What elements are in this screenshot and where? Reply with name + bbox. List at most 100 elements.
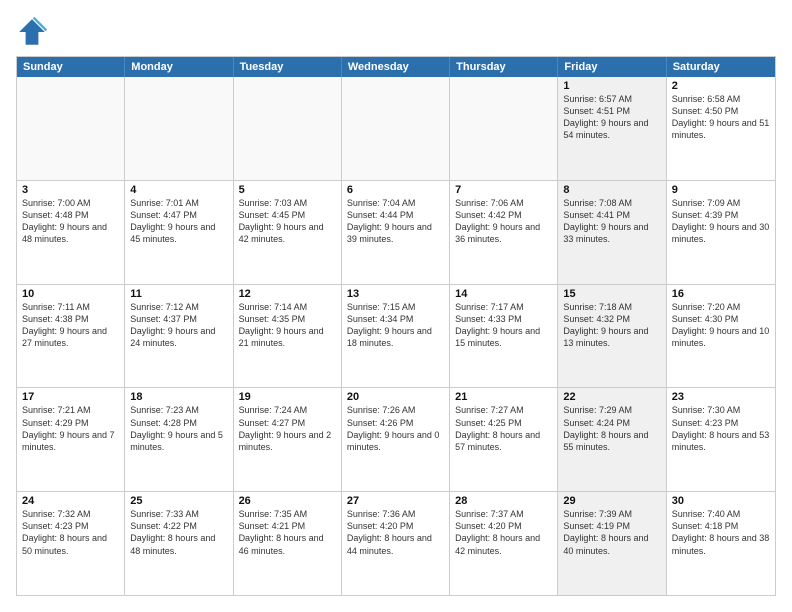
- day-info: Sunrise: 7:09 AM Sunset: 4:39 PM Dayligh…: [672, 197, 770, 246]
- calendar-body: 1Sunrise: 6:57 AM Sunset: 4:51 PM Daylig…: [17, 77, 775, 595]
- calendar-cell: 15Sunrise: 7:18 AM Sunset: 4:32 PM Dayli…: [558, 285, 666, 388]
- day-info: Sunrise: 7:00 AM Sunset: 4:48 PM Dayligh…: [22, 197, 119, 246]
- header-day-thursday: Thursday: [450, 57, 558, 77]
- calendar-cell: 25Sunrise: 7:33 AM Sunset: 4:22 PM Dayli…: [125, 492, 233, 595]
- day-info: Sunrise: 7:40 AM Sunset: 4:18 PM Dayligh…: [672, 508, 770, 557]
- calendar: SundayMondayTuesdayWednesdayThursdayFrid…: [16, 56, 776, 596]
- day-info: Sunrise: 7:11 AM Sunset: 4:38 PM Dayligh…: [22, 301, 119, 350]
- calendar-cell: 28Sunrise: 7:37 AM Sunset: 4:20 PM Dayli…: [450, 492, 558, 595]
- day-info: Sunrise: 7:18 AM Sunset: 4:32 PM Dayligh…: [563, 301, 660, 350]
- calendar-cell: 18Sunrise: 7:23 AM Sunset: 4:28 PM Dayli…: [125, 388, 233, 491]
- logo-icon: [16, 16, 48, 48]
- calendar-cell: [125, 77, 233, 180]
- day-info: Sunrise: 7:06 AM Sunset: 4:42 PM Dayligh…: [455, 197, 552, 246]
- calendar-cell: 8Sunrise: 7:08 AM Sunset: 4:41 PM Daylig…: [558, 181, 666, 284]
- day-number: 13: [347, 288, 444, 300]
- header-day-friday: Friday: [558, 57, 666, 77]
- day-info: Sunrise: 7:23 AM Sunset: 4:28 PM Dayligh…: [130, 404, 227, 453]
- calendar-cell: 16Sunrise: 7:20 AM Sunset: 4:30 PM Dayli…: [667, 285, 775, 388]
- header: [16, 16, 776, 48]
- calendar-row-3: 10Sunrise: 7:11 AM Sunset: 4:38 PM Dayli…: [17, 285, 775, 389]
- calendar-cell: 2Sunrise: 6:58 AM Sunset: 4:50 PM Daylig…: [667, 77, 775, 180]
- day-number: 11: [130, 288, 227, 300]
- calendar-cell: 11Sunrise: 7:12 AM Sunset: 4:37 PM Dayli…: [125, 285, 233, 388]
- day-info: Sunrise: 7:12 AM Sunset: 4:37 PM Dayligh…: [130, 301, 227, 350]
- header-day-tuesday: Tuesday: [234, 57, 342, 77]
- day-number: 6: [347, 184, 444, 196]
- day-number: 15: [563, 288, 660, 300]
- day-number: 28: [455, 495, 552, 507]
- calendar-cell: 22Sunrise: 7:29 AM Sunset: 4:24 PM Dayli…: [558, 388, 666, 491]
- day-info: Sunrise: 7:35 AM Sunset: 4:21 PM Dayligh…: [239, 508, 336, 557]
- calendar-cell: 4Sunrise: 7:01 AM Sunset: 4:47 PM Daylig…: [125, 181, 233, 284]
- day-number: 2: [672, 80, 770, 92]
- calendar-cell: 5Sunrise: 7:03 AM Sunset: 4:45 PM Daylig…: [234, 181, 342, 284]
- day-info: Sunrise: 7:26 AM Sunset: 4:26 PM Dayligh…: [347, 404, 444, 453]
- calendar-row-2: 3Sunrise: 7:00 AM Sunset: 4:48 PM Daylig…: [17, 181, 775, 285]
- day-info: Sunrise: 7:15 AM Sunset: 4:34 PM Dayligh…: [347, 301, 444, 350]
- calendar-cell: 30Sunrise: 7:40 AM Sunset: 4:18 PM Dayli…: [667, 492, 775, 595]
- day-number: 9: [672, 184, 770, 196]
- calendar-row-1: 1Sunrise: 6:57 AM Sunset: 4:51 PM Daylig…: [17, 77, 775, 181]
- calendar-row-4: 17Sunrise: 7:21 AM Sunset: 4:29 PM Dayli…: [17, 388, 775, 492]
- calendar-cell: 3Sunrise: 7:00 AM Sunset: 4:48 PM Daylig…: [17, 181, 125, 284]
- calendar-cell: 27Sunrise: 7:36 AM Sunset: 4:20 PM Dayli…: [342, 492, 450, 595]
- day-info: Sunrise: 6:58 AM Sunset: 4:50 PM Dayligh…: [672, 93, 770, 142]
- day-info: Sunrise: 7:37 AM Sunset: 4:20 PM Dayligh…: [455, 508, 552, 557]
- calendar-cell: 1Sunrise: 6:57 AM Sunset: 4:51 PM Daylig…: [558, 77, 666, 180]
- header-day-saturday: Saturday: [667, 57, 775, 77]
- calendar-cell: 23Sunrise: 7:30 AM Sunset: 4:23 PM Dayli…: [667, 388, 775, 491]
- day-info: Sunrise: 7:14 AM Sunset: 4:35 PM Dayligh…: [239, 301, 336, 350]
- day-number: 30: [672, 495, 770, 507]
- day-info: Sunrise: 7:27 AM Sunset: 4:25 PM Dayligh…: [455, 404, 552, 453]
- day-info: Sunrise: 6:57 AM Sunset: 4:51 PM Dayligh…: [563, 93, 660, 142]
- header-day-wednesday: Wednesday: [342, 57, 450, 77]
- day-info: Sunrise: 7:21 AM Sunset: 4:29 PM Dayligh…: [22, 404, 119, 453]
- day-info: Sunrise: 7:30 AM Sunset: 4:23 PM Dayligh…: [672, 404, 770, 453]
- calendar-cell: 12Sunrise: 7:14 AM Sunset: 4:35 PM Dayli…: [234, 285, 342, 388]
- day-number: 1: [563, 80, 660, 92]
- calendar-cell: 17Sunrise: 7:21 AM Sunset: 4:29 PM Dayli…: [17, 388, 125, 491]
- calendar-cell: 24Sunrise: 7:32 AM Sunset: 4:23 PM Dayli…: [17, 492, 125, 595]
- page: SundayMondayTuesdayWednesdayThursdayFrid…: [0, 0, 792, 612]
- logo: [16, 16, 52, 48]
- day-number: 21: [455, 391, 552, 403]
- day-number: 29: [563, 495, 660, 507]
- day-number: 12: [239, 288, 336, 300]
- day-number: 16: [672, 288, 770, 300]
- calendar-cell: 29Sunrise: 7:39 AM Sunset: 4:19 PM Dayli…: [558, 492, 666, 595]
- day-number: 20: [347, 391, 444, 403]
- day-info: Sunrise: 7:20 AM Sunset: 4:30 PM Dayligh…: [672, 301, 770, 350]
- calendar-header: SundayMondayTuesdayWednesdayThursdayFrid…: [17, 57, 775, 77]
- day-info: Sunrise: 7:24 AM Sunset: 4:27 PM Dayligh…: [239, 404, 336, 453]
- calendar-cell: 9Sunrise: 7:09 AM Sunset: 4:39 PM Daylig…: [667, 181, 775, 284]
- calendar-cell: 20Sunrise: 7:26 AM Sunset: 4:26 PM Dayli…: [342, 388, 450, 491]
- day-number: 22: [563, 391, 660, 403]
- calendar-cell: [17, 77, 125, 180]
- day-info: Sunrise: 7:08 AM Sunset: 4:41 PM Dayligh…: [563, 197, 660, 246]
- day-info: Sunrise: 7:32 AM Sunset: 4:23 PM Dayligh…: [22, 508, 119, 557]
- day-number: 14: [455, 288, 552, 300]
- day-number: 17: [22, 391, 119, 403]
- day-info: Sunrise: 7:36 AM Sunset: 4:20 PM Dayligh…: [347, 508, 444, 557]
- day-info: Sunrise: 7:03 AM Sunset: 4:45 PM Dayligh…: [239, 197, 336, 246]
- calendar-cell: 21Sunrise: 7:27 AM Sunset: 4:25 PM Dayli…: [450, 388, 558, 491]
- day-number: 10: [22, 288, 119, 300]
- day-number: 23: [672, 391, 770, 403]
- header-day-sunday: Sunday: [17, 57, 125, 77]
- calendar-cell: [450, 77, 558, 180]
- calendar-cell: 19Sunrise: 7:24 AM Sunset: 4:27 PM Dayli…: [234, 388, 342, 491]
- day-number: 8: [563, 184, 660, 196]
- day-info: Sunrise: 7:39 AM Sunset: 4:19 PM Dayligh…: [563, 508, 660, 557]
- calendar-cell: 26Sunrise: 7:35 AM Sunset: 4:21 PM Dayli…: [234, 492, 342, 595]
- calendar-cell: 6Sunrise: 7:04 AM Sunset: 4:44 PM Daylig…: [342, 181, 450, 284]
- day-number: 24: [22, 495, 119, 507]
- day-info: Sunrise: 7:01 AM Sunset: 4:47 PM Dayligh…: [130, 197, 227, 246]
- day-info: Sunrise: 7:04 AM Sunset: 4:44 PM Dayligh…: [347, 197, 444, 246]
- calendar-cell: 14Sunrise: 7:17 AM Sunset: 4:33 PM Dayli…: [450, 285, 558, 388]
- day-info: Sunrise: 7:33 AM Sunset: 4:22 PM Dayligh…: [130, 508, 227, 557]
- calendar-cell: 7Sunrise: 7:06 AM Sunset: 4:42 PM Daylig…: [450, 181, 558, 284]
- day-number: 18: [130, 391, 227, 403]
- calendar-cell: 10Sunrise: 7:11 AM Sunset: 4:38 PM Dayli…: [17, 285, 125, 388]
- day-number: 5: [239, 184, 336, 196]
